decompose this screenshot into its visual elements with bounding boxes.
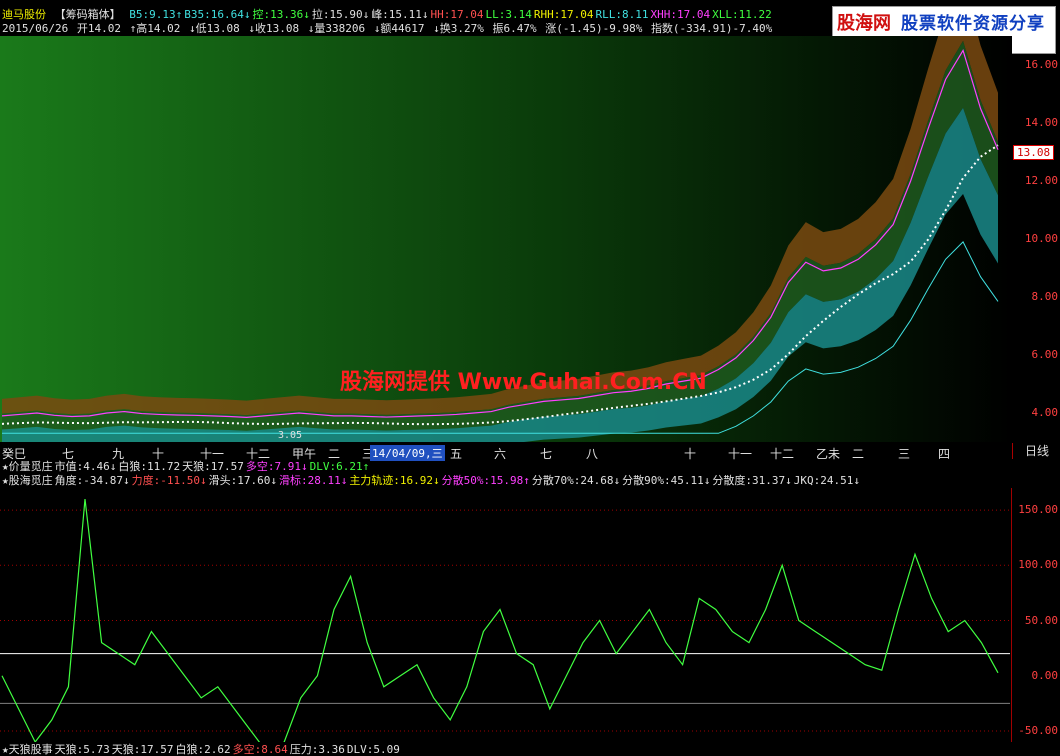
month-label-19: 四	[938, 447, 951, 461]
indicator-row-1: ★价量觅庄 市值:4.46↓ 白狼:11.72 天狼:17.57 多空:7.91↓ DLV…	[2, 460, 371, 473]
stat-7: RHH:17.04	[533, 8, 594, 21]
indicator-name[interactable]: 【筹码箱体】	[55, 8, 121, 21]
line1-item-3: 天狼:17.57	[182, 460, 244, 473]
month-axis: 癸巳七九十十一 十二 甲午二三五六七八十十一 十二 乙未二三四	[0, 444, 1012, 461]
stat-4: 峰:15.11↓	[371, 8, 429, 21]
stat-6: LL:3.14	[485, 8, 532, 21]
stats-list: B5:9.13↑ B35:16.64↓ 控:13.36↓ 拉:15.90↓ 峰:15.1…	[129, 8, 773, 21]
month-label-15: 十二	[770, 447, 795, 461]
month-label-9: 五	[450, 447, 463, 461]
line2-item-9: 分散度:31.37↓	[712, 474, 792, 487]
line2-item-8: 分散90%:45.11↓	[622, 474, 711, 487]
price-tick-6: 4.00	[1031, 406, 1059, 419]
quote-turnover: ↓换3.27%	[433, 22, 484, 35]
month-label-14: 十一	[728, 447, 753, 461]
cci-tick-3: 0.00	[1031, 668, 1059, 682]
month-label-13: 十	[684, 447, 697, 461]
stock-name[interactable]: 迪马股份	[2, 8, 46, 21]
line2-item-7: 分散70%:24.68↓	[531, 474, 621, 487]
price-tick-5: 6.00	[1031, 348, 1059, 361]
quote-amplitude: 振6.47%	[492, 22, 537, 35]
watermark-text: 股海网提供 Www.Guhai.Com.CN	[340, 370, 707, 395]
quote-date: 2015/06/26	[2, 22, 69, 35]
low-price-marker: 3.05	[278, 430, 303, 441]
line2-item-10: JKQ:24.51↓	[793, 474, 860, 487]
price-tick-1: 14.00	[1024, 116, 1058, 129]
stat-2: 控:13.36↓	[252, 8, 310, 21]
cci-tick-2: 50.00	[1024, 613, 1058, 627]
stat-8: RLL:8.11	[595, 8, 649, 21]
month-label-16: 乙未	[816, 447, 841, 461]
bottom-item-5: 压力:3.36	[289, 743, 345, 756]
current-price-tag: 13.08	[1013, 145, 1055, 160]
month-label-17: 二	[852, 447, 865, 461]
price-tick-3: 10.00	[1024, 232, 1058, 245]
price-tick-0: 16.00	[1024, 58, 1058, 71]
line1-item-2: 白狼:11.72	[118, 460, 181, 473]
cci-tick-4: -50.00	[1018, 723, 1058, 737]
stat-5: HH:17.04	[430, 8, 484, 21]
line2-item-1: 角度:-34.87↓	[54, 474, 130, 487]
logo-brand: 股海网	[837, 13, 891, 34]
cci-axis: 150.00 100.00 50.00 0.00 -50.00	[1012, 488, 1060, 742]
bottom-indicator-row: ★天狼股事 天狼:5.73 天狼:17.57 白狼:2.62 多空:8.64 压力:3.3…	[2, 743, 402, 756]
stat-0: B5:9.13↑	[129, 8, 183, 21]
bottom-item-3: 白狼:2.62	[175, 743, 231, 756]
quote-change: 涨(-1.45)-9.98%	[545, 22, 643, 35]
bottom-item-4: 多空:8.64	[232, 743, 288, 756]
bottom-item-1: 天狼:5.73	[54, 743, 110, 756]
price-axis: 16.00 14.00 12.00 10.00 8.00 6.00 4.00	[1012, 36, 1060, 442]
month-label-18: 三	[898, 447, 911, 461]
cci-tick-1: 100.00	[1018, 558, 1058, 572]
line1-item-1: 市值:4.46↓	[54, 460, 117, 473]
quote-open: 开14.02	[76, 22, 121, 35]
line1-item-0[interactable]: ★价量觅庄	[2, 460, 53, 473]
line2-item-0[interactable]: ★股海觅庄	[2, 474, 53, 487]
quote-close: ↓收13.08	[248, 22, 300, 35]
stat-3: 拉:15.90↓	[311, 8, 370, 21]
bottom-item-0: ★天狼股事	[2, 743, 53, 756]
price-tick-2: 12.00	[1024, 174, 1058, 187]
quote-high: ↑高14.02	[129, 22, 181, 35]
stat-10: XLL:11.22	[712, 8, 772, 21]
line2-item-3: 滑头:17.60↓	[208, 474, 277, 487]
quote-index: 指数(-334.91)-7.40%	[650, 22, 773, 35]
indicator-row-2: ★股海觅庄 角度:-34.87↓ 力度:-11.50↓ 滑头:17.60↓ 滑标:28.…	[2, 474, 862, 487]
header-stats-bar: 迪马股份 【筹码箱体】 B5:9.13↑ B35:16.64↓ 控:13.36↓ 拉:…	[2, 8, 776, 21]
period-button[interactable]: 日线	[1012, 443, 1060, 459]
line2-item-5: 主力轨迹:16.92↓	[349, 474, 440, 487]
stat-1: B35:16.64↓	[184, 8, 251, 21]
line1-item-5: DLV:6.21↑	[309, 460, 370, 473]
logo-slogan: 股票软件资源分享	[901, 14, 1045, 34]
bottom-item-2: 天狼:17.57	[111, 743, 174, 756]
date-cursor: 14/04/09,三	[370, 445, 445, 461]
line1-item-4: 多空:7.91↓	[245, 460, 308, 473]
cci-tick-0: 150.00	[1018, 503, 1058, 517]
cci-background	[0, 488, 1012, 742]
month-label-11: 七	[540, 447, 553, 461]
month-label-10: 六	[494, 447, 507, 461]
quote-bar: 2015/06/26 开14.02 ↑高14.02 ↓低13.08 ↓收13.0…	[2, 22, 774, 35]
stat-9: XHH:17.04	[650, 8, 711, 21]
quote-amount: ↓额44617	[373, 22, 425, 35]
line2-item-2: 力度:-11.50↓	[131, 474, 207, 487]
quote-low: ↓低13.08	[188, 22, 240, 35]
quote-volume: ↓量338206	[307, 22, 366, 35]
month-label-12: 八	[586, 447, 599, 461]
line2-item-4: 滑标:28.11↓	[278, 474, 348, 487]
cci-chart[interactable]	[0, 488, 1012, 742]
price-tick-4: 8.00	[1031, 290, 1059, 303]
line2-item-6: 分散50%:15.98↑	[441, 474, 530, 487]
bottom-item-6: DLV:5.09	[346, 743, 400, 756]
